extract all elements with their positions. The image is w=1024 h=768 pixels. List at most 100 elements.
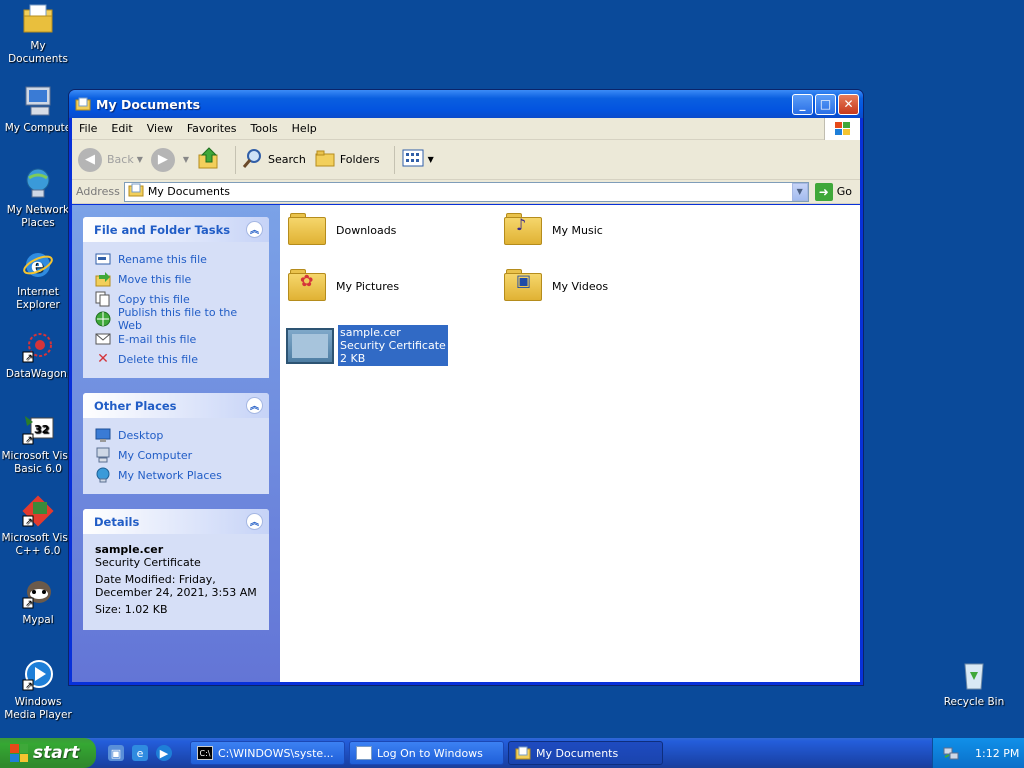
address-input[interactable]: My Documents ▼ xyxy=(123,181,809,202)
network-tray-icon[interactable] xyxy=(943,745,959,761)
menu-bar: File Edit View Favorites Tools Help xyxy=(72,117,860,140)
desktop-icon-my-documents[interactable]: My Documents xyxy=(0,2,76,66)
folder-item-my-pictures[interactable]: ✿ My Pictures xyxy=(288,269,399,303)
visual-cpp-icon: ↗ xyxy=(21,494,55,528)
desktop-icon-vcpp6[interactable]: ↗ Microsoft Visu C++ 6.0 xyxy=(0,494,76,558)
close-button[interactable]: ✕ xyxy=(838,93,859,115)
taskbar-button-cmd[interactable]: C:\ C:\WINDOWS\syste... xyxy=(190,741,345,765)
desktop-icon-internet-explorer[interactable]: e Internet Explorer xyxy=(0,248,76,312)
my-documents-icon xyxy=(21,2,55,36)
taskbar-button-label: My Documents xyxy=(536,746,619,760)
collapse-icon[interactable]: ︽ xyxy=(246,513,263,530)
folder-icon xyxy=(75,97,91,111)
network-icon xyxy=(95,467,111,483)
details-date-modified: Date Modified: Friday, December 24, 2021… xyxy=(95,573,257,599)
mypal-icon: ↗ xyxy=(21,576,55,610)
forward-button[interactable]: ▶ ▼ xyxy=(150,147,189,172)
address-label: Address xyxy=(76,185,120,198)
network-places-icon xyxy=(21,166,55,200)
maximize-button[interactable]: □ xyxy=(815,93,836,115)
panel-header[interactable]: File and Folder Tasks ︽ xyxy=(83,217,269,242)
place-my-computer[interactable]: My Computer xyxy=(95,445,259,465)
task-email[interactable]: E-mail this file xyxy=(95,329,259,349)
other-places-panel: Other Places ︽ Desktop My Computer My Ne… xyxy=(83,393,269,494)
task-label: Delete this file xyxy=(118,352,198,366)
visual-basic-icon: 32 ↗ xyxy=(21,412,55,446)
desktop-icon-my-computer[interactable]: My Compute xyxy=(0,84,76,135)
task-rename[interactable]: Rename this file xyxy=(95,249,259,269)
collapse-icon[interactable]: ︽ xyxy=(246,221,263,238)
menu-tools[interactable]: Tools xyxy=(244,122,285,135)
address-dropdown-button[interactable]: ▼ xyxy=(791,182,808,201)
svg-text:32: 32 xyxy=(34,423,49,436)
desktop-icon-label: Microsoft Visu Basic 6.0 xyxy=(1,450,75,475)
desktop-icon-recycle-bin[interactable]: Recycle Bin xyxy=(936,658,1012,709)
file-type: Security Certificate xyxy=(340,339,446,352)
recycle-bin-icon xyxy=(957,658,991,692)
desktop-icon-mypal[interactable]: ↗ Mypal xyxy=(0,576,76,627)
panel-header[interactable]: Other Places ︽ xyxy=(83,393,269,418)
internet-explorer-icon[interactable]: e xyxy=(132,745,148,761)
pictures-folder-icon: ✿ xyxy=(288,269,328,303)
minimize-button[interactable]: _ xyxy=(792,93,813,115)
file-size: 2 KB xyxy=(340,352,366,365)
item-label: My Videos xyxy=(552,279,609,293)
up-folder-icon xyxy=(197,146,221,173)
desktop-icon-label: Recycle Bin xyxy=(943,696,1005,708)
forward-arrow-icon: ▶ xyxy=(150,147,175,172)
window-title: My Documents xyxy=(96,96,201,112)
task-move[interactable]: Move this file xyxy=(95,269,259,289)
music-folder-icon: ♪ xyxy=(504,213,544,247)
folder-item-downloads[interactable]: Downloads xyxy=(288,213,396,247)
desktop-icon-vb6[interactable]: 32 ↗ Microsoft Visu Basic 6.0 xyxy=(0,412,76,476)
views-button[interactable]: ▼ xyxy=(401,148,434,171)
task-label: E-mail this file xyxy=(118,332,197,346)
desktop-icon-datawagon[interactable]: ↗ DataWagon. xyxy=(0,330,76,381)
start-button[interactable]: start xyxy=(0,738,96,768)
desktop-icon-my-network-places[interactable]: My Network Places xyxy=(0,166,76,230)
task-label: Publish this file to the Web xyxy=(118,306,238,332)
quick-launch: ▣ e ▶ xyxy=(108,745,180,761)
toolbar: ◀ Back ▼ ▶ ▼ Search Folders ▼ xyxy=(72,140,860,180)
back-button[interactable]: ◀ Back ▼ xyxy=(78,147,143,172)
desktop-icon-label: Microsoft Visu C++ 6.0 xyxy=(1,532,75,557)
file-list-area[interactable]: Downloads ♪ My Music ✿ My Pictures ▣ My … xyxy=(280,205,860,682)
folder-item-my-videos[interactable]: ▣ My Videos xyxy=(504,269,608,303)
task-publish[interactable]: Publish this file to the Web xyxy=(95,306,259,332)
clock[interactable]: 1:12 PM xyxy=(975,747,1019,760)
place-network[interactable]: My Network Places xyxy=(95,465,259,485)
up-folder-button[interactable] xyxy=(197,146,221,173)
search-button[interactable]: Search xyxy=(242,147,306,172)
system-tray: 1:12 PM xyxy=(932,738,1024,768)
task-delete[interactable]: ✕ Delete this file xyxy=(95,349,259,369)
show-desktop-icon[interactable]: ▣ xyxy=(108,745,124,761)
taskbar-button-logon[interactable]: Log On to Windows xyxy=(349,741,504,765)
title-bar[interactable]: My Documents _ □ ✕ xyxy=(69,90,863,118)
folders-button[interactable]: Folders xyxy=(314,148,380,171)
folders-label: Folders xyxy=(339,153,380,166)
collapse-icon[interactable]: ︽ xyxy=(246,397,263,414)
menu-view[interactable]: View xyxy=(140,122,180,135)
media-player-icon[interactable]: ▶ xyxy=(156,745,172,761)
menu-favorites[interactable]: Favorites xyxy=(180,122,244,135)
file-item-certificate[interactable]: sample.cer Security Certificate 2 KB xyxy=(286,325,448,366)
computer-icon xyxy=(95,447,111,463)
panel-header[interactable]: Details ︽ xyxy=(83,509,269,534)
menu-file[interactable]: File xyxy=(72,122,104,135)
chevron-down-icon: ▼ xyxy=(136,155,143,164)
windows-logo-icon xyxy=(10,744,28,762)
back-arrow-icon: ◀ xyxy=(78,147,102,172)
place-label: My Computer xyxy=(118,448,193,462)
menu-help[interactable]: Help xyxy=(285,122,324,135)
desktop-icon-windows-media-player[interactable]: ↗ Windows Media Player xyxy=(0,658,76,722)
go-button[interactable]: ➜ Go xyxy=(814,182,852,201)
address-value: My Documents xyxy=(147,185,231,198)
rename-icon xyxy=(95,251,111,267)
command-prompt-icon: C:\ xyxy=(197,746,213,760)
folder-item-my-music[interactable]: ♪ My Music xyxy=(504,213,603,247)
desktop-icon-label: DataWagon. xyxy=(5,368,71,380)
taskbar-button-my-documents[interactable]: My Documents xyxy=(508,741,663,765)
chevron-down-icon: ▼ xyxy=(427,155,434,164)
menu-edit[interactable]: Edit xyxy=(104,122,139,135)
place-desktop[interactable]: Desktop xyxy=(95,425,259,445)
